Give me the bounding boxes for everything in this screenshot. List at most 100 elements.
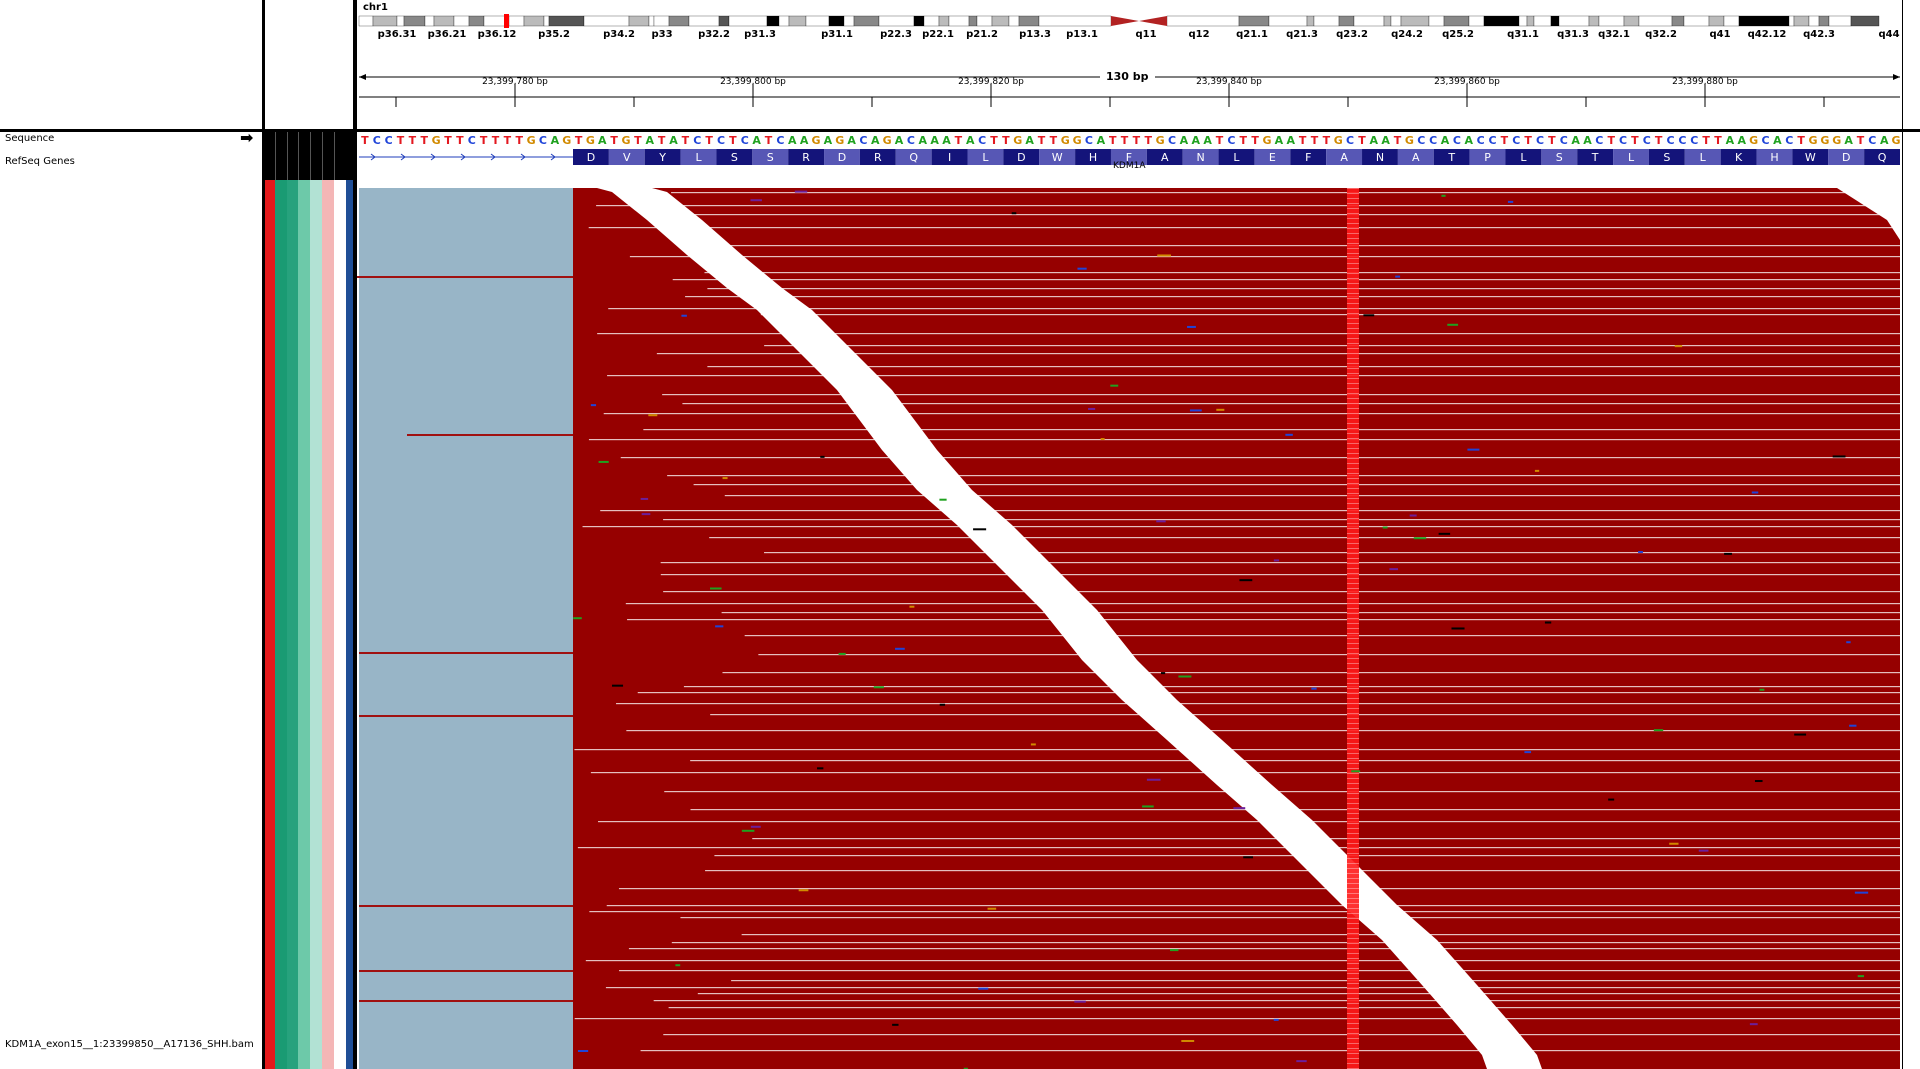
ideogram-band[interactable]: [1671, 15, 1685, 27]
ideogram-band[interactable]: [1166, 15, 1240, 27]
ideogram-band[interactable]: [1443, 15, 1470, 27]
attribute-stripe[interactable]: [322, 180, 334, 1069]
ideogram-band[interactable]: [1683, 15, 1710, 27]
ideogram-band[interactable]: [1428, 15, 1445, 27]
ideogram-band[interactable]: [788, 15, 807, 27]
ideogram-band[interactable]: [1818, 15, 1830, 27]
ideogram-band[interactable]: [1338, 15, 1355, 27]
ideogram-band[interactable]: [843, 15, 855, 27]
ideogram-band[interactable]: [1306, 15, 1315, 27]
ideogram-band[interactable]: [1788, 15, 1795, 27]
ideogram-band[interactable]: [396, 15, 405, 27]
ideogram-band[interactable]: [1793, 15, 1810, 27]
attribute-stripe[interactable]: [287, 180, 298, 1069]
ideogram-band[interactable]: [1638, 15, 1673, 27]
chromosome-ideogram[interactable]: p36.31 p36.21 p36.12 p35.2 p34.2 p33 p32.2 p31.…: [357, 13, 1902, 41]
ideogram-band[interactable]: [1238, 15, 1270, 27]
sequence-base: C: [907, 134, 915, 147]
ideogram-band[interactable]: [1468, 15, 1485, 27]
ideogram-band[interactable]: [1708, 15, 1725, 27]
ideogram-band[interactable]: [372, 15, 398, 27]
current-region-marker[interactable]: [504, 14, 509, 28]
ideogram-band[interactable]: [424, 15, 435, 27]
ideogram-band[interactable]: [1038, 15, 1112, 27]
ideogram-band[interactable]: [543, 15, 550, 27]
sample-attribute-colors[interactable]: [265, 180, 353, 1069]
ideogram-band[interactable]: [523, 15, 545, 27]
variant-column-stripe: [1347, 623, 1359, 624]
ideogram-band[interactable]: [1550, 15, 1560, 27]
ideogram-band[interactable]: [968, 15, 978, 27]
ideogram-band[interactable]: [766, 15, 780, 27]
ideogram-band[interactable]: [1738, 15, 1790, 27]
ideogram-band[interactable]: [1850, 15, 1880, 27]
ideogram-band[interactable]: [1018, 15, 1040, 27]
variant-column-stripe: [1347, 568, 1359, 569]
ideogram-band[interactable]: [718, 15, 730, 27]
ideogram-band[interactable]: [728, 15, 768, 27]
track-name-bam[interactable]: KDM1A_exon15__1:23399850__A17136_SHH.bam: [5, 1039, 254, 1050]
ideogram-band[interactable]: [1390, 15, 1402, 27]
ideogram-band[interactable]: [668, 15, 690, 27]
sequence-base: C: [1453, 134, 1461, 147]
ideogram-band[interactable]: [828, 15, 845, 27]
ideogram-band[interactable]: [508, 15, 525, 27]
ideogram-band[interactable]: [991, 15, 1010, 27]
ideogram-band[interactable]: [938, 15, 950, 27]
ideogram-band[interactable]: [1353, 15, 1385, 27]
variant-column-stripe: [1347, 1038, 1359, 1039]
sequence-track[interactable]: TCCTTTGTTCTTTTGCAGTGATGTATATCTCTCATCAAGA…: [357, 132, 1902, 148]
variant-column-stripe: [1347, 513, 1359, 514]
variant-column-stripe: [1347, 588, 1359, 589]
ideogram-band[interactable]: [1526, 15, 1535, 27]
ruler[interactable]: 23,399,780 bp 23,399,800 bp 23,399,820 bp 2…: [357, 44, 1902, 129]
ideogram-band[interactable]: [548, 15, 585, 27]
ideogram-band[interactable]: [453, 15, 470, 27]
strand-arrow-icon[interactable]: ➡: [240, 128, 253, 147]
ideogram-band[interactable]: [913, 15, 925, 27]
ideogram-band[interactable]: [1533, 15, 1552, 27]
ideogram-band[interactable]: [688, 15, 720, 27]
sequence-base: T: [397, 134, 405, 147]
ideogram-band[interactable]: [628, 15, 650, 27]
ideogram-band[interactable]: [976, 15, 993, 27]
ideogram-band[interactable]: [878, 15, 915, 27]
ideogram-band[interactable]: [648, 15, 655, 27]
ideogram-band[interactable]: [1400, 15, 1430, 27]
ideogram-band[interactable]: [653, 15, 670, 27]
ideogram-band[interactable]: [1808, 15, 1820, 27]
ideogram-band[interactable]: [433, 15, 455, 27]
ideogram-band[interactable]: [1623, 15, 1640, 27]
attribute-stripe[interactable]: [298, 180, 310, 1069]
ideogram-band[interactable]: [948, 15, 970, 27]
ideogram-band[interactable]: [1383, 15, 1392, 27]
ideogram-band[interactable]: [1268, 15, 1308, 27]
ideogram-band[interactable]: [1483, 15, 1520, 27]
track-name-refseq-genes[interactable]: RefSeq Genes: [5, 156, 75, 167]
ideogram-band[interactable]: [583, 15, 630, 27]
ideogram-band[interactable]: [1723, 15, 1740, 27]
ideogram-band[interactable]: [853, 15, 880, 27]
ideogram-band[interactable]: [805, 15, 830, 27]
ideogram-band[interactable]: [468, 15, 485, 27]
attribute-stripe[interactable]: [265, 180, 275, 1069]
sequence-base: A: [1726, 134, 1735, 147]
attribute-stripe[interactable]: [275, 180, 287, 1069]
ideogram-band[interactable]: [1558, 15, 1590, 27]
ideogram-band[interactable]: [1588, 15, 1600, 27]
ideogram-band[interactable]: [1008, 15, 1020, 27]
alignment-track[interactable]: [357, 180, 1902, 1069]
attribute-stripe[interactable]: [346, 180, 353, 1069]
ideogram-band[interactable]: [1598, 15, 1625, 27]
attribute-stripe[interactable]: [334, 180, 346, 1069]
ideogram-band[interactable]: [1313, 15, 1340, 27]
ideogram-band[interactable]: [358, 15, 374, 27]
ideogram-band[interactable]: [1828, 15, 1852, 27]
ideogram-band[interactable]: [923, 15, 940, 27]
ideogram-band[interactable]: [778, 15, 790, 27]
amino-acid: H: [1770, 151, 1778, 164]
ideogram-band[interactable]: [403, 15, 426, 27]
track-name-sequence[interactable]: Sequence: [5, 133, 54, 144]
ideogram-band[interactable]: [1518, 15, 1528, 27]
attribute-stripe[interactable]: [310, 180, 322, 1069]
